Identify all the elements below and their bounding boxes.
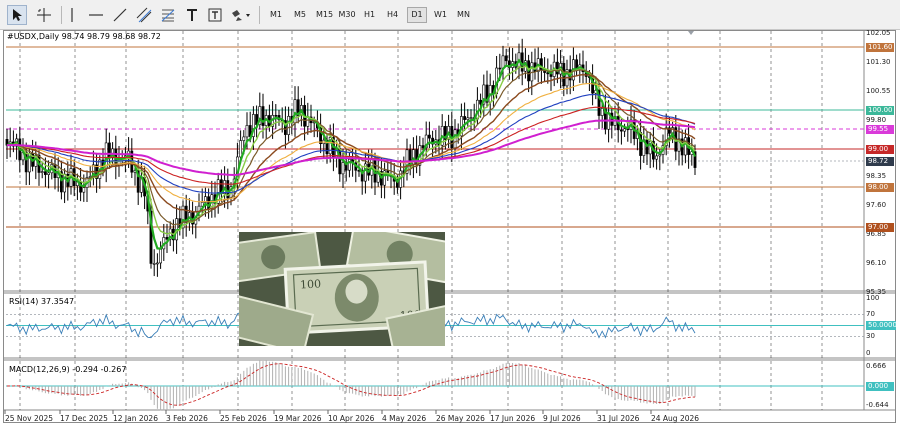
macd-tick-label: 0.000 [866, 381, 894, 391]
date-tick-label: 19 Mar 2026 [274, 414, 322, 423]
moving-average-line [6, 82, 696, 203]
candle-body [555, 61, 559, 75]
chart-canvas[interactable] [0, 0, 900, 425]
price-tick-label: 101.30 [866, 58, 891, 66]
candle-body [504, 55, 508, 62]
price-tick-label: 96.10 [866, 259, 887, 267]
candle-body [600, 108, 604, 116]
svg-text:100: 100 [300, 277, 322, 291]
candle-body [466, 117, 470, 120]
macd-tick-label: 0.666 [866, 361, 887, 370]
candle-body [427, 134, 431, 139]
price-level-tag: 100.00 [866, 105, 894, 115]
date-tick-label: 4 May 2026 [382, 414, 427, 423]
rsi-header: RSI(14) 37.3547 [9, 297, 75, 306]
candle-body [47, 172, 51, 175]
dollar-banknotes-image: 100 100 [239, 232, 445, 346]
candle-body [623, 128, 627, 132]
macd-tick-label: -0.644 [866, 400, 889, 409]
candle-body [156, 262, 159, 265]
date-tick-label: 9 Jul 2026 [543, 414, 581, 423]
rsi-tick-label: 50.0000 [866, 321, 897, 330]
candle-body [108, 142, 111, 159]
price-level-tag: 99.00 [866, 144, 894, 154]
date-tick-label: 24 Aug 2026 [651, 414, 700, 423]
candle-body [287, 115, 291, 135]
price-tick-label: 102.05 [866, 29, 891, 37]
candle-body [159, 248, 163, 264]
dollar-banknotes-icon: 100 100 [239, 232, 445, 346]
date-tick-label: 12 Jan 2026 [113, 414, 158, 423]
candle-body [658, 154, 662, 157]
price-level-tag: 98.00 [866, 182, 894, 192]
candle-body [43, 171, 47, 175]
candle-body [40, 171, 44, 173]
date-tick-label: 3 Feb 2026 [166, 414, 208, 423]
candle-body [347, 158, 351, 171]
candle-body [245, 125, 249, 138]
chart-shift-marker [688, 31, 694, 35]
candle-body [683, 137, 687, 156]
candle-body [242, 136, 246, 141]
date-tick-label: 17 Dec 2025 [60, 414, 108, 423]
price-level-tag: 99.55 [866, 124, 894, 134]
date-tick-label: 25 Feb 2026 [220, 414, 267, 423]
date-tick-label: 25 Nov 2025 [5, 414, 54, 423]
price-tick-label: 100.55 [866, 87, 891, 95]
candle-body [501, 55, 505, 69]
candle-body [421, 145, 425, 149]
candle-body [82, 187, 86, 193]
chart-header: #USDX,Daily 98.74 98.79 98.68 98.72 [7, 32, 161, 41]
candle-body [463, 116, 467, 120]
price-level-tag: 98.72 [866, 156, 894, 166]
macd-header: MACD(12,26,9) -0.294 -0.267 [9, 365, 127, 374]
price-tick-label: 99.80 [866, 116, 887, 124]
price-tick-label: 98.35 [866, 172, 887, 180]
candle-body [152, 263, 156, 265]
price-tick-label: 97.60 [866, 201, 887, 209]
candle-body [274, 115, 278, 117]
rsi-tick-label: 100 [866, 293, 880, 302]
candle-body [619, 129, 623, 132]
rsi-tick-label: 30 [866, 332, 875, 340]
candle-body [655, 155, 659, 160]
price-level-tag: 101.60 [866, 42, 894, 52]
rsi-tick-label: 70 [866, 310, 875, 318]
date-tick-label: 31 Jul 2026 [597, 414, 640, 423]
date-tick-label: 17 Jun 2026 [490, 414, 536, 423]
candle-body [341, 162, 345, 175]
date-tick-label: 26 May 2026 [436, 414, 485, 423]
candle-body [239, 140, 243, 158]
price-level-tag: 97.00 [866, 222, 894, 232]
date-tick-label: 10 Apr 2026 [328, 414, 375, 423]
rsi-tick-label: 0 [866, 348, 871, 357]
candle-body [469, 117, 473, 119]
candle-body [498, 67, 502, 70]
